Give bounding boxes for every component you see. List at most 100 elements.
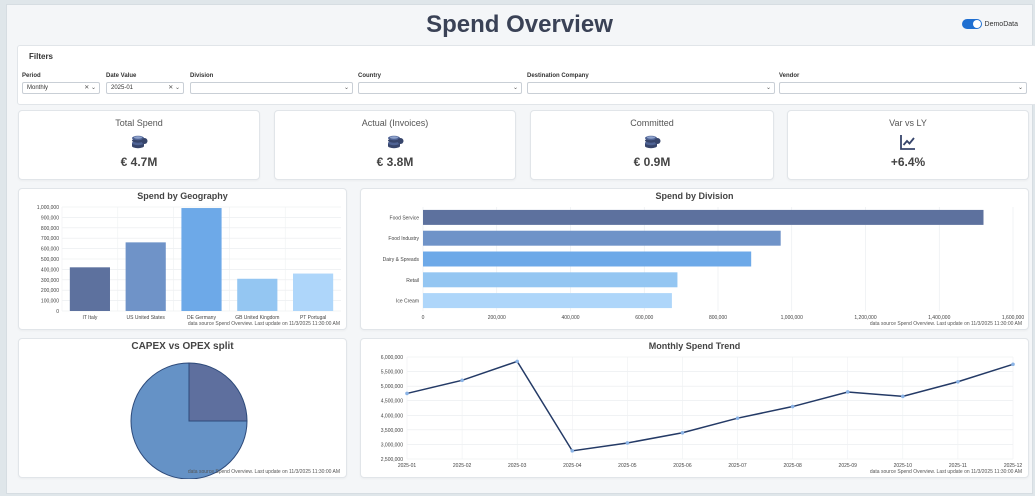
- y-tick-label: 100,000: [41, 299, 59, 305]
- x-tick-label: 400,000: [561, 315, 579, 321]
- y-tick-label: 5,500,000: [381, 370, 403, 376]
- data-point: [625, 441, 630, 445]
- bar: [181, 208, 222, 311]
- kpi-title: Var vs LY: [889, 118, 927, 128]
- division-select[interactable]: ⌄: [190, 82, 353, 94]
- y-tick-label: 900,000: [41, 215, 59, 221]
- kpi-value: € 0.9M: [633, 155, 671, 169]
- dashboard-frame: Spend Overview DemoData Filters Period M…: [6, 4, 1035, 494]
- clear-chevron-icon[interactable]: ✕ ⌄: [84, 83, 96, 93]
- geography-bar-chart: 0 100,000 200,000 300,000 400,000 500,000 600,…: [37, 205, 341, 321]
- destination-company-select[interactable]: ⌄: [527, 82, 775, 94]
- x-tick-label: 800,000: [709, 315, 727, 321]
- y-tick-label: 500,000: [41, 257, 59, 263]
- y-tick-label: 700,000: [41, 236, 59, 242]
- bar: [423, 272, 678, 288]
- period-select[interactable]: Monthly ✕ ⌄: [22, 82, 100, 94]
- kpi-value: € 4.7M: [120, 155, 158, 169]
- country-filter: Country ⌄: [358, 73, 522, 94]
- bar: [423, 293, 672, 309]
- y-tick-label: 4,500,000: [381, 399, 403, 405]
- y-tick-label: 4,000,000: [381, 413, 403, 419]
- y-tick-label: 3,500,000: [381, 428, 403, 434]
- date-value-value: 2025-01: [111, 85, 134, 91]
- country-select[interactable]: ⌄: [358, 82, 522, 94]
- filters-panel: Filters Period Monthly ✕ ⌄ Date Value 20…: [17, 45, 1035, 105]
- data-point: [515, 359, 519, 364]
- division-bar-chart: 0 200,000 400,000 600,000 800,000 1,000,000 1,…: [383, 207, 1024, 321]
- y-tick-label: 0: [56, 309, 59, 315]
- bar: [423, 209, 984, 225]
- x-tick-label: 2025-02: [453, 463, 472, 469]
- division-label: Division: [190, 73, 214, 79]
- y-tick-label: Dairy & Spreads: [383, 257, 420, 263]
- x-tick-label: 2025-09: [839, 463, 858, 469]
- kpi-value: € 3.8M: [376, 155, 414, 169]
- x-tick-label: 2025-08: [783, 463, 802, 469]
- vendor-label: Vendor: [779, 73, 800, 79]
- y-tick-label: 600,000: [41, 247, 59, 253]
- y-tick-label: Food Service: [390, 215, 420, 221]
- data-point: [735, 416, 740, 420]
- x-tick-label: 200,000: [488, 315, 506, 321]
- kpi-card-var-vs-ly: Var vs LY +6.4%: [787, 110, 1029, 180]
- coins-icon: [132, 135, 148, 149]
- source-note: data source Spend Overview. Last update …: [869, 321, 1022, 327]
- bar: [237, 278, 278, 311]
- clear-chevron-icon[interactable]: ✕ ⌄: [168, 83, 180, 93]
- geography-chart-card: Spend by Geography 0 100,000 200,000 300,00…: [18, 188, 347, 330]
- y-tick-label: 6,000,000: [381, 355, 403, 361]
- capex-opex-pie-chart: [130, 362, 248, 479]
- toggle-knob: [972, 20, 981, 28]
- chevron-down-icon[interactable]: ⌄: [513, 83, 518, 93]
- demo-data-toggle-group[interactable]: DemoData: [961, 19, 1018, 29]
- y-tick-label: 800,000: [41, 226, 59, 232]
- division-filter: Division ⌄: [190, 73, 353, 94]
- data-point: [1011, 362, 1015, 367]
- chevron-down-icon[interactable]: ⌄: [344, 83, 349, 93]
- kpi-title: Committed: [630, 118, 674, 128]
- kpi-card-committed: Committed € 0.9M: [530, 110, 774, 180]
- filters-title: Filters: [29, 52, 54, 61]
- date-value-select[interactable]: 2025-01 ✕ ⌄: [106, 82, 184, 94]
- kpi-title: Total Spend: [115, 118, 163, 128]
- series-line: [406, 360, 1014, 452]
- chevron-down-icon[interactable]: ⌄: [766, 83, 771, 93]
- demo-data-label: DemoData: [984, 20, 1018, 28]
- data-point: [956, 379, 960, 384]
- y-tick-label: 300,000: [41, 278, 59, 284]
- y-tick-label: 200,000: [41, 288, 59, 294]
- period-filter: Period Monthly ✕ ⌄: [22, 73, 100, 94]
- y-tick-label: 400,000: [41, 267, 59, 273]
- country-label: Country: [358, 73, 381, 79]
- coins-icon: [388, 135, 404, 149]
- data-point: [460, 378, 464, 383]
- x-tick-label: 0: [422, 315, 425, 321]
- source-note: data source Spend Overview. Last update …: [187, 469, 340, 475]
- x-tick-label: 2025-06: [673, 463, 692, 469]
- bar: [69, 267, 110, 311]
- kpi-card-actual-invoices: Actual (Invoices) € 3.8M: [274, 110, 516, 180]
- demo-data-toggle[interactable]: [961, 19, 982, 29]
- x-tick-label: 1,000,000: [781, 315, 803, 321]
- bar: [423, 230, 781, 246]
- vendor-select[interactable]: ⌄: [779, 82, 1027, 94]
- x-tick-label: IT Italy: [82, 315, 97, 321]
- monthly-trend-line-chart: 2,500,0003,000,0003,500,0004,000,0004,50…: [381, 355, 1023, 469]
- monthly-trend-chart-card: Monthly Spend Trend 2,500,000 3,000,000 3,…: [360, 338, 1029, 478]
- x-tick-label: 600,000: [635, 315, 653, 321]
- y-tick-label: 1,000,000: [37, 205, 59, 211]
- destination-company-filter: Destination Company ⌄: [527, 73, 775, 94]
- y-tick-label: Food Industry: [388, 236, 419, 242]
- data-point: [680, 430, 685, 435]
- y-tick-label: 5,000,000: [381, 384, 403, 390]
- data-point: [901, 394, 905, 399]
- source-note: data source Spend Overview. Last update …: [187, 321, 340, 327]
- chevron-down-icon[interactable]: ⌄: [1018, 83, 1023, 93]
- capex-opex-chart-card: CAPEX vs OPEX split data source Spend Ov…: [18, 338, 347, 479]
- division-chart-card: Spend by Division 0 200,000 400,000 600,000…: [360, 188, 1029, 330]
- vendor-filter: Vendor ⌄: [779, 73, 1027, 94]
- date-value-label: Date Value: [106, 73, 137, 79]
- period-label: Period: [22, 73, 41, 79]
- data-point: [845, 390, 850, 394]
